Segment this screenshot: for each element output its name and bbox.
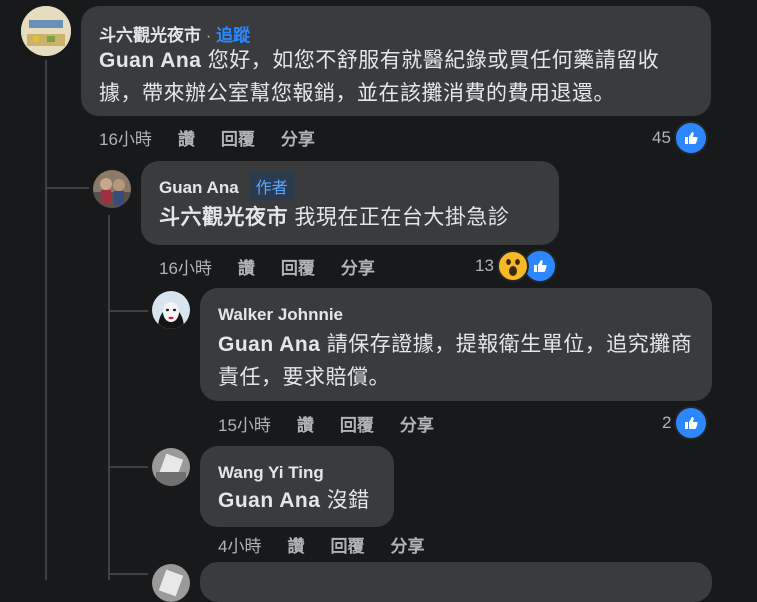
comment-bubble: Wang Yi Ting Guan Ana 沒錯 bbox=[200, 446, 394, 527]
like-button[interactable]: 讚 bbox=[238, 254, 255, 279]
timestamp[interactable]: 4小時 bbox=[218, 532, 261, 557]
comment-bubble bbox=[200, 562, 712, 602]
mention-link[interactable]: Guan Ana bbox=[218, 489, 320, 512]
reaction-summary[interactable]: 2 bbox=[662, 406, 709, 440]
share-button[interactable]: 分享 bbox=[400, 411, 434, 436]
mention-link[interactable]: 斗六觀光夜市 bbox=[159, 206, 288, 229]
comment-bubble: 斗六觀光夜市 · 追蹤 Guan Ana 您好，如您不舒服有就醫紀錄或買任何藥請… bbox=[81, 6, 711, 116]
like-reaction-icon bbox=[673, 121, 708, 155]
thread-line-connector bbox=[108, 466, 148, 468]
comment-actions: 4小時 讚 回覆 分享 bbox=[218, 532, 450, 557]
reaction-count: 45 bbox=[652, 128, 671, 147]
comment-body: 沒錯 bbox=[320, 489, 370, 512]
avatar[interactable] bbox=[21, 6, 71, 56]
like-reaction-icon bbox=[674, 406, 709, 440]
comment-header: Wang Yi Ting bbox=[218, 463, 324, 483]
comment-text: 斗六觀光夜市 我現在正在台大掛急診 bbox=[159, 201, 509, 234]
reply-button[interactable]: 回覆 bbox=[330, 532, 364, 557]
wow-reaction-icon bbox=[496, 250, 529, 282]
comment-body: 我現在正在台大掛急診 bbox=[288, 206, 510, 229]
mention-link[interactable]: Guan Ana bbox=[99, 49, 201, 72]
reply-button[interactable]: 回覆 bbox=[340, 411, 374, 436]
reply-button[interactable]: 回覆 bbox=[281, 254, 315, 279]
thread-line-reply bbox=[108, 215, 110, 580]
like-button[interactable]: 讚 bbox=[297, 411, 314, 436]
commenter-name[interactable]: Wang Yi Ting bbox=[218, 463, 324, 482]
comment-header: 斗六觀光夜市 · 追蹤 bbox=[99, 21, 250, 46]
reply-button[interactable]: 回覆 bbox=[221, 125, 255, 150]
comment-header: Walker Johnnie bbox=[218, 305, 343, 325]
comment-actions: 16小時 讚 回覆 分享 bbox=[159, 254, 401, 279]
comment-text: Guan Ana 請保存證據，提報衛生單位，追究攤商責任，要求賠償。 bbox=[218, 328, 698, 394]
reaction-summary[interactable]: 13 bbox=[475, 249, 557, 283]
share-button[interactable]: 分享 bbox=[341, 254, 375, 279]
reaction-count: 13 bbox=[475, 256, 494, 275]
author-badge: 作者 bbox=[248, 172, 295, 200]
thread-line-connector bbox=[108, 310, 148, 312]
share-button[interactable]: 分享 bbox=[281, 125, 315, 150]
reaction-summary[interactable]: 45 bbox=[652, 121, 708, 155]
avatar[interactable] bbox=[152, 564, 190, 602]
comment-actions: 16小時 讚 回覆 分享 bbox=[99, 125, 341, 150]
thread-line-connector bbox=[45, 187, 89, 189]
thread-line-connector bbox=[108, 573, 148, 575]
comment-header: Guan Ana 作者 bbox=[159, 172, 295, 200]
mention-link[interactable]: Guan Ana bbox=[218, 333, 320, 356]
thread-line-main bbox=[45, 60, 47, 580]
comment-actions: 15小時 讚 回覆 分享 bbox=[218, 411, 460, 436]
share-button[interactable]: 分享 bbox=[390, 532, 424, 557]
timestamp[interactable]: 15小時 bbox=[218, 411, 271, 436]
separator: · bbox=[201, 26, 217, 45]
comment-bubble: Walker Johnnie Guan Ana 請保存證據，提報衛生單位，追究攤… bbox=[200, 288, 712, 401]
comment-text: Guan Ana 您好，如您不舒服有就醫紀錄或買任何藥請留收據，帶來辦公室幫您報… bbox=[99, 44, 699, 110]
commenter-name[interactable]: Guan Ana bbox=[159, 178, 239, 197]
timestamp[interactable]: 16小時 bbox=[99, 125, 152, 150]
reaction-count: 2 bbox=[662, 413, 672, 432]
avatar[interactable] bbox=[152, 448, 190, 486]
commenter-name[interactable]: 斗六觀光夜市 bbox=[99, 26, 201, 45]
follow-link[interactable]: 追蹤 bbox=[216, 26, 250, 45]
avatar[interactable] bbox=[152, 291, 190, 329]
timestamp[interactable]: 16小時 bbox=[159, 254, 212, 279]
comment-bubble: Guan Ana 作者 斗六觀光夜市 我現在正在台大掛急診 bbox=[141, 161, 559, 245]
like-button[interactable]: 讚 bbox=[287, 532, 304, 557]
avatar[interactable] bbox=[93, 170, 131, 208]
like-button[interactable]: 讚 bbox=[178, 125, 195, 150]
comment-text: Guan Ana 沒錯 bbox=[218, 484, 370, 517]
commenter-name[interactable]: Walker Johnnie bbox=[218, 305, 343, 324]
